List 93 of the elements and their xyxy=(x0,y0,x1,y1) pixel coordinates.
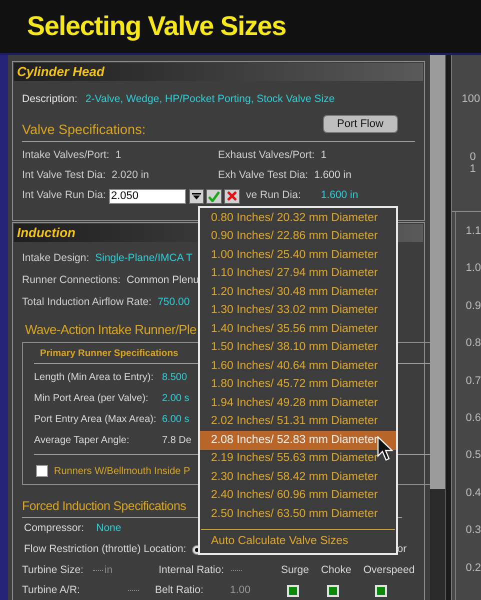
group-heading: Primary Runner Specifications xyxy=(40,346,178,361)
field-label: Flow Restriction (throttle) Location: xyxy=(24,542,186,558)
indicator-label: Choke xyxy=(320,562,352,578)
axis-label: 0.5 xyxy=(466,449,481,464)
field-label: Turbine Size: xyxy=(22,562,84,578)
field-label: Exh Valve Test Dia: xyxy=(218,168,308,184)
field-value: 1 xyxy=(320,148,327,164)
subsection-heading: Forced Induction Specifications xyxy=(22,498,186,516)
field-label: ve Run Dia: xyxy=(246,188,301,204)
dropdown-option[interactable]: 2.19 Inches/ 55.63 mm Diameter xyxy=(200,450,396,468)
field-label: Turbine A/R: xyxy=(22,582,81,598)
dropdown-option[interactable]: 0.90 Inches/ 22.86 mm Diameter xyxy=(200,228,396,246)
cancel-button[interactable] xyxy=(224,188,240,204)
field-value: 1.600 in xyxy=(320,188,358,204)
dropdown-option[interactable]: 1.30 Inches/ 33.02 mm Diameter xyxy=(200,302,396,320)
dropdown-arrow-icon xyxy=(192,192,201,200)
field-label: Int Valve Test Dia: xyxy=(22,168,106,184)
subsection-heading: Wave-Action Intake Runner/Ple xyxy=(25,321,196,340)
mouse-pointer-icon xyxy=(377,436,394,462)
field-label: Exhaust Valves/Port: xyxy=(218,148,315,164)
empty-value-mark xyxy=(231,570,242,572)
field-value: 2.00 s xyxy=(162,392,190,406)
dropdown-option[interactable]: 1.10 Inches/ 27.94 mm Diameter xyxy=(200,264,396,283)
axis-label: 0.4 xyxy=(466,486,481,501)
field-value: None xyxy=(96,521,122,536)
dropdown-option[interactable]: 1.94 Inches/ 49.28 mm Diameter xyxy=(200,394,396,412)
axis-label: 0.2 xyxy=(466,562,481,576)
check-icon xyxy=(208,190,220,202)
field-value: 6.00 s xyxy=(162,413,190,427)
field-label: Internal Ratio: xyxy=(158,562,225,578)
dropdown-option[interactable]: 2.50 Inches/ 63.50 mm Diameter xyxy=(200,505,396,524)
scrollbar-thumb[interactable] xyxy=(430,55,445,489)
field-label: Length (Min Area to Entry): xyxy=(34,371,155,385)
page-title: Selecting Valve Sizes xyxy=(27,10,286,44)
subsection-heading: Valve Specifications: xyxy=(22,120,146,139)
indicator-label: Overspeed xyxy=(363,562,415,578)
field-value: 2.020 in xyxy=(112,168,150,184)
field-label: Description: xyxy=(22,92,78,108)
dropdown-option[interactable]: 1.20 Inches/ 30.48 mm Diameter xyxy=(200,283,396,302)
field-value: 1.600 in xyxy=(314,168,352,184)
checkbox-label: Runners W/Bellmouth Inside P xyxy=(54,464,190,478)
dropdown-option[interactable]: 1.40 Inches/ 35.56 mm Diameter xyxy=(200,320,396,338)
dropdown-option[interactable]: 2.30 Inches/ 58.42 mm Diameter xyxy=(200,468,396,486)
field-label: or xyxy=(397,542,407,558)
field-value: 7.8 De xyxy=(162,434,192,448)
field-value: 2-Valve, Wedge, HP/Pocket Porting, Stock Valve Size xyxy=(85,92,335,108)
dropdown-option[interactable]: 2.40 Inches/ 60.96 mm Diameter xyxy=(200,486,396,505)
port-flow-button[interactable]: Port Flow xyxy=(322,115,398,133)
empty-value-mark xyxy=(128,590,139,592)
dropdown-option[interactable]: 1.50 Inches/ 38.10 mm Diameter xyxy=(200,338,396,357)
dropdown-option[interactable]: 2.08 Inches/ 52.83 mm Diameter xyxy=(200,431,396,450)
axis-label: 1 xyxy=(468,163,477,175)
field-value: 8.500 xyxy=(162,371,188,385)
indicator-label: Surge xyxy=(280,562,309,578)
section-heading: Cylinder Head xyxy=(17,63,104,82)
dropdown-option[interactable]: 1.60 Inches/ 40.64 mm Diameter xyxy=(200,357,396,376)
unit-label: in xyxy=(104,562,114,578)
field-label: Int Valve Run Dia: xyxy=(22,188,107,204)
field-value: Common Plenu xyxy=(126,273,200,288)
dropdown-option[interactable]: 1.80 Inches/ 45.72 mm Diameter xyxy=(200,376,396,394)
field-label: Total Induction Airflow Rate: xyxy=(22,295,152,310)
axis-label: 0 xyxy=(468,151,477,163)
axis-label: 0.8 xyxy=(466,337,481,352)
axis-label: 0.7 xyxy=(466,374,481,389)
dropdown-button[interactable] xyxy=(189,188,204,204)
dropdown-option[interactable]: 1.00 Inches/ 25.40 mm Diameter xyxy=(200,246,396,264)
dropdown-option[interactable]: 0.80 Inches/ 20.32 mm Diameter xyxy=(200,209,396,228)
input-field[interactable]: 2.050 xyxy=(109,188,186,204)
axis-label: 0.6 xyxy=(466,412,481,426)
dropdown-option[interactable]: 2.02 Inches/ 51.31 mm Diameter xyxy=(200,412,396,431)
checkbox[interactable] xyxy=(36,465,48,477)
field-label: Min Port Area (per Valve): xyxy=(34,392,150,406)
axis-label: 0.3 xyxy=(466,524,481,538)
field-value: 750.00 xyxy=(158,295,190,310)
field-label: Intake Design: xyxy=(22,251,90,266)
dropdown-option[interactable]: Auto Calculate Valve Sizes xyxy=(200,530,396,554)
confirm-button[interactable] xyxy=(206,188,222,204)
field-label: Belt Ratio: xyxy=(155,582,204,598)
section-heading: Induction xyxy=(17,224,76,242)
close-icon xyxy=(227,191,237,201)
field-label: Runner Connections: xyxy=(22,273,121,288)
field-value: 1 xyxy=(115,148,122,164)
field-value: 1.00 xyxy=(230,582,250,598)
empty-value-mark xyxy=(92,570,104,572)
axis-label: 1.0 xyxy=(466,262,481,276)
field-label: Port Entry Area (Max Area): xyxy=(34,413,158,427)
axis-label: 0.9 xyxy=(466,300,481,314)
field-value: Single-Plane/IMCA T xyxy=(95,251,192,266)
field-label: Compressor: xyxy=(24,521,84,536)
field-label: Intake Valves/Port: xyxy=(22,148,110,164)
field-label: Average Taper Angle: xyxy=(34,434,130,448)
axis-label: 100 xyxy=(462,93,481,105)
axis-label: 1.1 xyxy=(466,225,481,239)
